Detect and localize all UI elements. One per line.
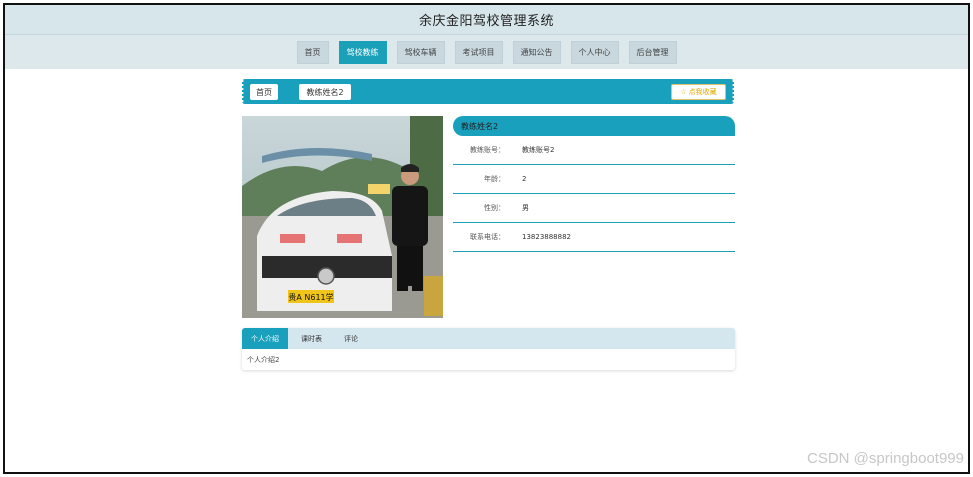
- info-label: 联系电话：: [470, 233, 505, 241]
- info-row-account: 教练账号： 教练账号2: [453, 136, 735, 165]
- info-label: 年龄：: [484, 175, 505, 183]
- info-label: 教练账号：: [470, 146, 505, 154]
- license-plate-text: 贵A N611学: [288, 292, 333, 302]
- nav-item-admin[interactable]: 后台管理: [628, 40, 677, 64]
- nav-item-coaches[interactable]: 驾校教练: [338, 40, 387, 64]
- tab-introduction[interactable]: 个人介绍: [242, 328, 288, 349]
- favorite-button[interactable]: ☆ 点我收藏: [671, 84, 726, 100]
- tab-comments[interactable]: 评论: [335, 328, 367, 349]
- nav-item-exam-items[interactable]: 考试项目: [454, 40, 503, 64]
- info-label: 性别：: [484, 204, 505, 212]
- coach-name-heading: 教练姓名2: [453, 116, 735, 136]
- star-icon: ☆: [680, 88, 687, 96]
- info-value: 男: [522, 204, 529, 212]
- tab-content: 个人介绍2: [247, 356, 280, 364]
- nav-item-home[interactable]: 首页: [296, 40, 329, 64]
- breadcrumb-home-link[interactable]: 首页: [250, 84, 278, 100]
- info-value: 教练账号2: [522, 146, 555, 154]
- watermark-text: CSDN @springboot999: [807, 450, 964, 467]
- nav-item-vehicles[interactable]: 驾校车辆: [396, 40, 445, 64]
- breadcrumb-current: 教练姓名2: [299, 84, 351, 100]
- coach-photo: 贵A N611学: [242, 116, 443, 318]
- site-header: 余庆金阳驾校管理系统: [5, 5, 968, 35]
- info-value: 13823888882: [522, 233, 571, 241]
- breadcrumb: 首页 教练姓名2 ☆ 点我收藏: [241, 79, 735, 104]
- main-nav: 首页 驾校教练 驾校车辆 考试项目 通知公告 个人中心 后台管理: [5, 35, 968, 69]
- nav-item-notices[interactable]: 通知公告: [512, 40, 561, 64]
- coach-info-panel: 教练姓名2 教练账号： 教练账号2 年龄： 2 性别： 男 联系电话： 1382…: [453, 116, 735, 252]
- tab-strip: 个人介绍 课时表 评论: [242, 328, 735, 349]
- info-row-phone: 联系电话： 13823888882: [453, 223, 735, 252]
- browser-viewport: 余庆金阳驾校管理系统 首页 驾校教练 驾校车辆 考试项目 通知公告 个人中心 后…: [3, 3, 970, 474]
- info-value: 2: [522, 175, 527, 183]
- detail-tabs: 个人介绍 课时表 评论 个人介绍2: [242, 328, 735, 370]
- site-title: 余庆金阳驾校管理系统: [418, 14, 554, 29]
- info-row-gender: 性别： 男: [453, 194, 735, 223]
- favorite-button-label: 点我收藏: [688, 88, 717, 96]
- nav-item-personal-center[interactable]: 个人中心: [570, 40, 619, 64]
- info-row-age: 年龄： 2: [453, 165, 735, 194]
- tab-schedule[interactable]: 课时表: [292, 328, 331, 349]
